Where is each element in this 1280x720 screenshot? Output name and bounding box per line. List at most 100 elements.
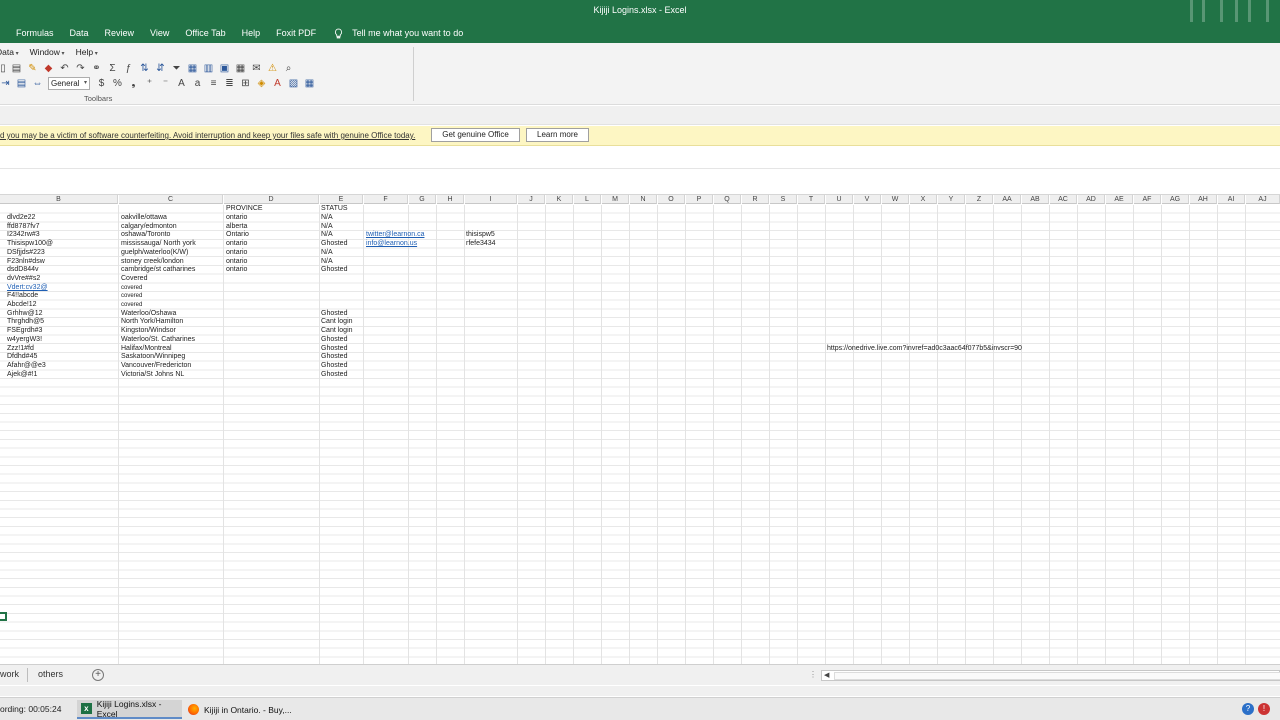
column-header-ac[interactable]: AC (1050, 195, 1077, 204)
get-genuine-office-button[interactable]: Get genuine Office (431, 128, 520, 142)
cell-b-row-9[interactable]: Vdert:cv32@ (7, 284, 48, 292)
cell-c-row-2[interactable]: calgary/edmonton (121, 223, 177, 231)
column-header-i[interactable]: I (465, 195, 517, 204)
borders-icon[interactable]: ⊞ (240, 78, 251, 89)
cell-style-icon[interactable]: ▤ (16, 78, 27, 89)
help-tray-icon[interactable]: ? (1242, 703, 1254, 715)
column-header-ad[interactable]: AD (1078, 195, 1105, 204)
column-header-o[interactable]: O (658, 195, 685, 204)
cell-c-row-6[interactable]: stoney creek/london (121, 258, 184, 266)
taskbar-firefox[interactable]: Kijiji in Ontario. - Buy,... (184, 700, 294, 719)
column-header-u[interactable]: U (826, 195, 853, 204)
cell-d-row-1[interactable]: ontario (226, 214, 247, 222)
cell-b-row-3[interactable]: I2342rw#3 (7, 231, 40, 239)
cell-b-row-10[interactable]: F4!!abcde (7, 292, 38, 300)
cell-e-row-4[interactable]: Ghosted (321, 240, 347, 248)
add-sheet-icon[interactable]: + (92, 669, 104, 681)
currency-icon[interactable]: $ (96, 78, 107, 89)
cell-d-row-2[interactable]: alberta (226, 223, 247, 231)
cell-c-row-5[interactable]: guelph/waterloo(K/W) (121, 249, 188, 257)
comma-icon[interactable]: ❟ (128, 78, 139, 89)
cell-e-row-17[interactable]: Ghosted (321, 353, 347, 361)
column-header-aa[interactable]: AA (994, 195, 1021, 204)
cell-c-row-4[interactable]: mississauga/ North york (121, 240, 196, 248)
cell-e-row-5[interactable]: N/A (321, 249, 333, 257)
sheet-tab-work[interactable]: work (0, 669, 19, 679)
column-header-k[interactable]: K (546, 195, 573, 204)
cell-d-row-7[interactable]: ontario (226, 266, 247, 274)
column-header-p[interactable]: P (686, 195, 713, 204)
column-header-ag[interactable]: AG (1162, 195, 1189, 204)
warning-icon[interactable]: ⚠ (267, 63, 278, 74)
cell-e-row-6[interactable]: N/A (321, 258, 333, 266)
column-header-m[interactable]: M (602, 195, 629, 204)
sort-ascending-icon[interactable]: ⇅ (139, 63, 150, 74)
cell-u-row-16[interactable]: https://onedrive.live.com?invref=ad0c3aa… (827, 345, 1022, 353)
tab-split-handle-icon[interactable]: ⋮ (809, 670, 817, 679)
column-header-y[interactable]: Y (938, 195, 965, 204)
column-header-e[interactable]: E (320, 195, 363, 204)
undo-icon[interactable]: ↶ (59, 63, 70, 74)
decrease-font-icon[interactable]: a (192, 78, 203, 89)
tab-help[interactable]: Help (242, 28, 261, 38)
message-text[interactable]: d you may be a victim of software counte… (0, 131, 415, 140)
cell-e-row-16[interactable]: Ghosted (321, 345, 347, 353)
toolbar-menu-help[interactable]: Help (76, 47, 98, 59)
column-header-l[interactable]: L (574, 195, 601, 204)
align-right-icon[interactable]: ≣ (224, 78, 235, 89)
column-header-af[interactable]: AF (1134, 195, 1161, 204)
fill-color-icon[interactable]: ◈ (256, 78, 267, 89)
cell-b-row-8[interactable]: dvVre##s2 (7, 275, 40, 283)
increase-font-icon[interactable]: A (176, 78, 187, 89)
cell-c-row-14[interactable]: Kingston/Windsor (121, 327, 176, 335)
insert-cells-icon[interactable]: ▦ (304, 78, 315, 89)
column-header-ah[interactable]: AH (1190, 195, 1217, 204)
cell-e-row-1[interactable]: N/A (321, 214, 333, 222)
picture-icon[interactable]: ▣ (219, 63, 230, 74)
merge-icon[interactable]: ⇔ (32, 78, 43, 89)
tab-review[interactable]: Review (105, 28, 135, 38)
eraser-icon[interactable]: ◆ (43, 63, 54, 74)
cell-e-row-13[interactable]: Cant login (321, 318, 353, 326)
autosum-icon[interactable]: Σ (107, 63, 118, 74)
cell-c-row-19[interactable]: Victoria/St Johns NL (121, 371, 184, 379)
sort-descending-icon[interactable]: ⇵ (155, 63, 166, 74)
column-header-ab[interactable]: AB (1022, 195, 1049, 204)
cell-c-row-12[interactable]: Waterloo/Oshawa (121, 310, 176, 318)
cell-f-row-3[interactable]: twitter@learnon.ca (366, 231, 424, 239)
column-header-aj[interactable]: AJ (1246, 195, 1280, 204)
link-icon[interactable]: ⚭ (91, 63, 102, 74)
cell-b-row-2[interactable]: ffd8787fv7 (7, 223, 40, 231)
paste-icon[interactable]: ▤ (11, 63, 22, 74)
cell-c-row-3[interactable]: oshawa/Toronto (121, 231, 170, 239)
column-header-c[interactable]: C (119, 195, 223, 204)
security-tray-icon[interactable]: ! (1258, 703, 1270, 715)
function-icon[interactable]: ƒ (123, 63, 134, 74)
tell-me-box[interactable]: Tell me what you want to do (334, 28, 463, 39)
cell-b-row-5[interactable]: DSfjjds#223 (7, 249, 45, 257)
cell-d-row-5[interactable]: ontario (226, 249, 247, 257)
column-header-q[interactable]: Q (714, 195, 741, 204)
cell-e-row-18[interactable]: Ghosted (321, 362, 347, 370)
horizontal-scrollbar[interactable]: ◀ (821, 670, 1280, 681)
tab-formulas[interactable]: Formulas (16, 28, 54, 38)
cell-d-row-6[interactable]: ontario (226, 258, 247, 266)
column-header-j[interactable]: J (518, 195, 545, 204)
cell-c-row-13[interactable]: North York/Hamilton (121, 318, 183, 326)
cell-e-row-15[interactable]: Ghosted (321, 336, 347, 344)
cell-b-row-1[interactable]: dlvd2e22 (7, 214, 35, 222)
worksheet-grid[interactable]: B C D E F G H I J K L M N O P Q R S T U … (0, 194, 1280, 664)
column-header-g[interactable]: G (409, 195, 436, 204)
cell-b-row-6[interactable]: F23nln#dsw (7, 258, 45, 266)
tab-view[interactable]: View (150, 28, 169, 38)
tab-foxit-pdf[interactable]: Foxit PDF (276, 28, 316, 38)
learn-more-button[interactable]: Learn more (526, 128, 589, 142)
toolbar-menu-window[interactable]: Window (30, 47, 65, 59)
column-header-n[interactable]: N (630, 195, 657, 204)
column-header-ae[interactable]: AE (1106, 195, 1133, 204)
formula-bar[interactable] (0, 150, 1280, 169)
cell-c-row-9[interactable]: covered (121, 284, 142, 292)
cell-e-row-19[interactable]: Ghosted (321, 371, 347, 379)
cell-b-row-11[interactable]: Abcde!12 (7, 301, 37, 309)
cell-c-row-7[interactable]: cambridge/st catharines (121, 266, 195, 274)
